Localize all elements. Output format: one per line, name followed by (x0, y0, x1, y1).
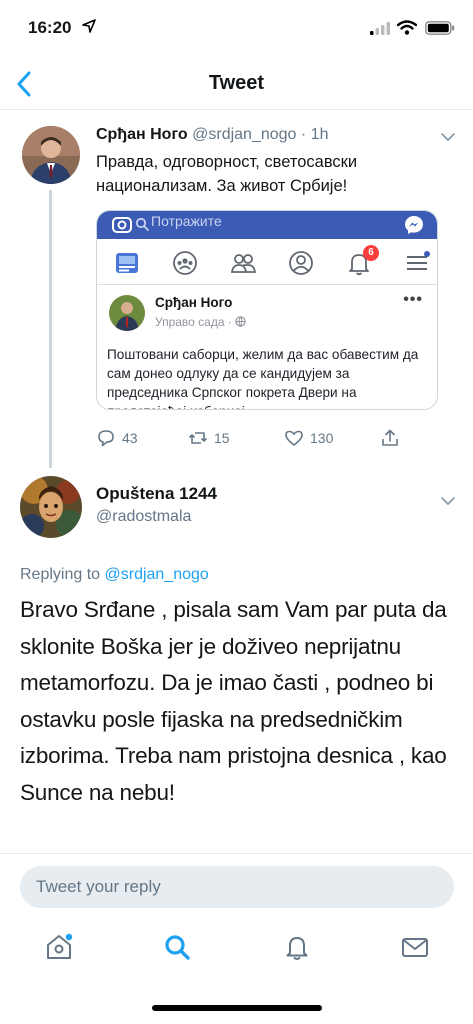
reply-author-name[interactable]: Opuštena 1244 (96, 484, 217, 504)
reply-compose-bar[interactable] (20, 866, 454, 908)
reply-text: Bravo Srđane , pisala sam Vam par puta d… (20, 597, 447, 805)
fb-header-bar: Потражите (97, 211, 437, 239)
parent-tweet[interactable]: Срђан Ного @srdjan_nogo · 1h Правда, одг… (0, 118, 473, 468)
reply-author-avatar[interactable] (20, 476, 82, 538)
status-bar: 16:20 (0, 0, 473, 60)
fb-notification-badge: 6 (363, 245, 379, 261)
fb-icon-row: 6 (97, 241, 437, 285)
thread-connector-line (49, 190, 52, 468)
status-time: 16:20 (28, 18, 72, 37)
globe-icon (235, 316, 246, 327)
replying-to-label: Replying to (20, 566, 101, 583)
author-photo (22, 126, 80, 184)
wifi-icon (397, 20, 417, 35)
messages-icon[interactable] (400, 932, 430, 962)
author-name[interactable]: Срђан Ного (96, 126, 188, 143)
fb-menu-icon (407, 251, 430, 270)
fb-friends-icon (230, 254, 257, 273)
share-button[interactable] (380, 428, 400, 448)
tweet-age: 1h (310, 126, 329, 143)
reply-button[interactable]: 43 (96, 428, 138, 448)
reply-author-photo (20, 476, 82, 538)
home-icon[interactable] (44, 932, 74, 962)
fb-post-time-label: Управо сада · (155, 315, 232, 329)
messenger-icon (405, 216, 423, 234)
fb-post-more-icon: ••• (403, 291, 423, 308)
author-avatar[interactable] (22, 126, 80, 184)
battery-icon (425, 21, 455, 35)
fb-post-avatar (109, 295, 145, 331)
tweet-actions: 43 15 130 (96, 428, 436, 454)
reply-tweet[interactable]: Opuštena 1244 @radostmala Replying to @s… (0, 462, 473, 854)
fb-search-placeholder: Потражите (151, 213, 222, 229)
cellular-signal-icon (370, 22, 390, 35)
reply-author-handle[interactable]: @radostmala (96, 508, 191, 526)
fb-notification-count: 6 (368, 247, 374, 258)
fb-search-icon (135, 217, 149, 231)
retweet-count: 15 (214, 430, 230, 446)
reply-count: 43 (122, 430, 138, 446)
tweet-text: Правда, одговорност, светосавски национа… (96, 153, 358, 195)
reply-icon (98, 430, 114, 447)
header-separator: · (300, 126, 307, 143)
like-button[interactable]: 130 (284, 428, 333, 448)
location-arrow-icon (82, 19, 96, 33)
camera-icon (112, 217, 132, 233)
fb-post-author: Срђан Ного (155, 295, 233, 310)
fb-post-text: Поштовани саборци, желим да вас обавести… (107, 347, 419, 409)
share-icon (382, 429, 398, 446)
retweet-icon (188, 432, 208, 444)
navigation-bar: Tweet (0, 60, 473, 110)
tweet-menu-chevron-icon[interactable] (440, 132, 456, 142)
like-count: 130 (310, 430, 334, 446)
reply-menu-chevron-icon[interactable] (440, 496, 456, 506)
fb-post-time: Управо сада · (155, 315, 246, 329)
heart-icon (285, 430, 303, 446)
reply-input[interactable] (20, 866, 454, 908)
author-handle[interactable]: @srdjan_nogo (192, 126, 296, 143)
retweet-button[interactable]: 15 (188, 428, 230, 448)
search-icon[interactable] (162, 932, 192, 962)
fb-groups-icon (173, 251, 197, 275)
home-indicator[interactable] (152, 1005, 322, 1011)
replying-to-mention[interactable]: @srdjan_nogo (105, 566, 209, 583)
fb-news-feed-icon (116, 253, 138, 273)
notifications-icon[interactable] (282, 932, 312, 962)
fb-profile-icon (289, 251, 313, 275)
page-title: Tweet (208, 72, 265, 94)
attached-image[interactable]: Потражите 6 Срђан Ного Управо сада · •••… (96, 210, 438, 410)
bottom-tab-bar (0, 924, 473, 980)
replying-to-line: Replying to @srdjan_nogo (20, 566, 209, 584)
tweet-header: Срђан Ного @srdjan_nogo · 1h (96, 126, 328, 144)
